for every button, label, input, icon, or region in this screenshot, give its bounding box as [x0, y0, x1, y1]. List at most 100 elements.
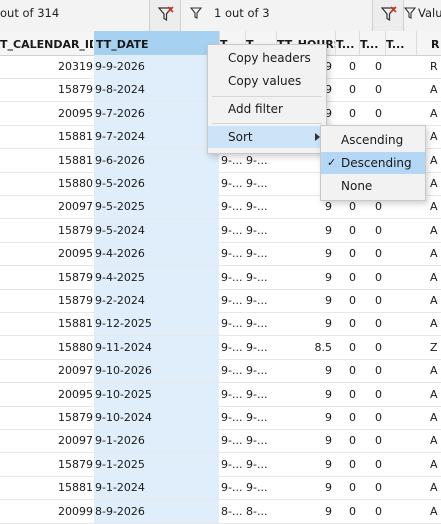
cell-t2[interactable]: 0	[360, 500, 382, 523]
cell-r[interactable]: A	[430, 429, 441, 452]
column-header-t1[interactable]: T...	[335, 31, 359, 55]
cell-b[interactable]: 9-...	[246, 289, 274, 312]
cell-tt-hours[interactable]: 9	[278, 359, 332, 382]
cell-tt-date[interactable]: 9-5-2026	[94, 172, 219, 195]
cell-t1[interactable]: 0	[336, 336, 356, 359]
cell-tt-date[interactable]: 9-2-2024	[94, 289, 219, 312]
cell-tt-hours[interactable]: 9	[278, 500, 332, 523]
cell-t1[interactable]: 0	[336, 453, 356, 476]
cell-a[interactable]: 9-...	[221, 289, 245, 312]
cell-calendar-id[interactable]: 15879	[0, 219, 93, 242]
cell-calendar-id[interactable]: 15880	[0, 336, 93, 359]
cell-calendar-id[interactable]: 20095	[0, 383, 93, 406]
cell-a[interactable]: 9-...	[221, 195, 245, 218]
cell-tt-date[interactable]: 9-10-2026	[94, 359, 219, 383]
cell-tt-date[interactable]: 9-5-2024	[94, 218, 219, 242]
clear-filter-button-2[interactable]	[372, 0, 404, 31]
cell-b[interactable]: 9-...	[246, 219, 274, 242]
cell-a[interactable]: 9-...	[221, 476, 245, 499]
cell-t2[interactable]: 0	[360, 336, 382, 359]
cell-t2[interactable]: 0	[360, 383, 382, 406]
menu-item-sort[interactable]: Sort	[208, 126, 326, 148]
cell-a[interactable]: 9-...	[221, 359, 245, 382]
cell-t2[interactable]: 0	[360, 242, 382, 265]
cell-a[interactable]: 9-...	[221, 383, 245, 406]
clear-filter-button-1[interactable]	[149, 0, 181, 31]
cell-t1[interactable]: 0	[336, 219, 356, 242]
filter-segment-3[interactable]: Valu	[404, 0, 441, 31]
table-row[interactable]: 20095 9-4-2026 9-... 9-... 9 0 0 A	[0, 242, 441, 267]
cell-r[interactable]: A	[430, 195, 441, 218]
table-row[interactable]: 15881 9-1-2024 9-... 9-... 9 0 0 A	[0, 476, 441, 501]
table-row[interactable]: 15879 9-1-2025 9-... 9-... 9 0 0 A	[0, 452, 441, 477]
cell-b[interactable]: 9-...	[246, 172, 274, 195]
cell-r[interactable]: R	[430, 55, 441, 78]
cell-r[interactable]: A	[430, 125, 441, 148]
cell-calendar-id[interactable]: 15879	[0, 289, 93, 312]
cell-b[interactable]: 9-...	[246, 406, 274, 429]
cell-t1[interactable]: 0	[336, 289, 356, 312]
cell-calendar-id[interactable]: 20095	[0, 102, 93, 125]
cell-t2[interactable]: 0	[360, 312, 382, 335]
cell-a[interactable]: 9-...	[221, 172, 245, 195]
column-header-t2[interactable]: T...	[359, 31, 385, 55]
cell-t1[interactable]: 0	[336, 312, 356, 335]
cell-t1[interactable]: 0	[336, 406, 356, 429]
cell-tt-date[interactable]: 9-5-2025	[94, 195, 219, 219]
menu-item-copy-headers[interactable]: Copy headers	[208, 47, 326, 69]
cell-tt-hours[interactable]: 9	[278, 289, 332, 312]
cell-t1[interactable]: 0	[336, 78, 356, 101]
sort-ascending-option[interactable]: Ascending	[321, 129, 425, 151]
cell-t2[interactable]: 0	[360, 429, 382, 452]
cell-b[interactable]: 8-...	[246, 500, 274, 523]
cell-a[interactable]: 9-...	[221, 219, 245, 242]
cell-r[interactable]: Z	[430, 336, 441, 359]
cell-t1[interactable]: 0	[336, 476, 356, 499]
cell-tt-date[interactable]: 9-6-2026	[94, 148, 219, 172]
cell-r[interactable]: A	[430, 453, 441, 476]
cell-tt-date[interactable]: 9-4-2026	[94, 242, 219, 266]
filter-segment-1[interactable]: out of 314	[0, 0, 148, 31]
cell-r[interactable]: A	[430, 78, 441, 101]
cell-tt-date[interactable]: 9-10-2025	[94, 382, 219, 406]
cell-t2[interactable]: 0	[360, 453, 382, 476]
filter-segment-2[interactable]: 1 out of 3	[182, 0, 372, 31]
table-row[interactable]: 20099 8-9-2026 8-... 8-... 9 0 0 A	[0, 499, 441, 524]
cell-tt-date[interactable]: 8-9-2026	[94, 499, 219, 523]
cell-calendar-id[interactable]: 15879	[0, 453, 93, 476]
cell-b[interactable]: 9-...	[246, 359, 274, 382]
menu-item-copy-values[interactable]: Copy values	[208, 70, 326, 92]
cell-b[interactable]: 9-...	[246, 383, 274, 406]
cell-b[interactable]: 9-...	[246, 453, 274, 476]
column-header-tt-date[interactable]: TT_DATE	[94, 31, 220, 55]
cell-calendar-id[interactable]: 15879	[0, 266, 93, 289]
cell-calendar-id[interactable]: 20097	[0, 359, 93, 382]
cell-b[interactable]: 9-...	[246, 195, 274, 218]
cell-tt-hours[interactable]: 9	[278, 266, 332, 289]
cell-tt-hours[interactable]: 8.5	[278, 336, 333, 359]
cell-tt-date[interactable]: 9-10-2024	[94, 406, 219, 429]
table-row[interactable]: 15879 9-2-2024 9-... 9-... 9 0 0 A	[0, 289, 441, 313]
cell-r[interactable]: A	[430, 242, 441, 265]
cell-tt-hours[interactable]: 9	[278, 406, 332, 429]
cell-t2[interactable]: 0	[360, 406, 382, 429]
cell-t2[interactable]: 0	[360, 102, 382, 125]
cell-r[interactable]: A	[430, 383, 441, 406]
cell-r[interactable]: A	[430, 266, 441, 289]
cell-t1[interactable]: 0	[336, 102, 356, 125]
column-header-r[interactable]: R	[416, 31, 441, 55]
cell-r[interactable]: A	[430, 406, 441, 429]
cell-r[interactable]: A	[430, 476, 441, 499]
cell-a[interactable]: 9-...	[221, 312, 245, 335]
cell-tt-hours[interactable]: 9	[278, 219, 332, 242]
cell-t2[interactable]: 0	[360, 476, 382, 499]
cell-calendar-id[interactable]: 15880	[0, 172, 93, 195]
table-row[interactable]: 15879 9-10-2024 9-... 9-... 9 0 0 A	[0, 406, 441, 430]
cell-calendar-id[interactable]: 15881	[0, 125, 93, 148]
cell-tt-hours[interactable]: 9	[278, 242, 332, 265]
cell-b[interactable]: 9-...	[246, 312, 274, 335]
cell-r[interactable]: A	[430, 312, 441, 335]
cell-b[interactable]: 9-...	[246, 266, 274, 289]
cell-t1[interactable]: 0	[336, 359, 356, 382]
cell-calendar-id[interactable]: 15881	[0, 149, 93, 172]
